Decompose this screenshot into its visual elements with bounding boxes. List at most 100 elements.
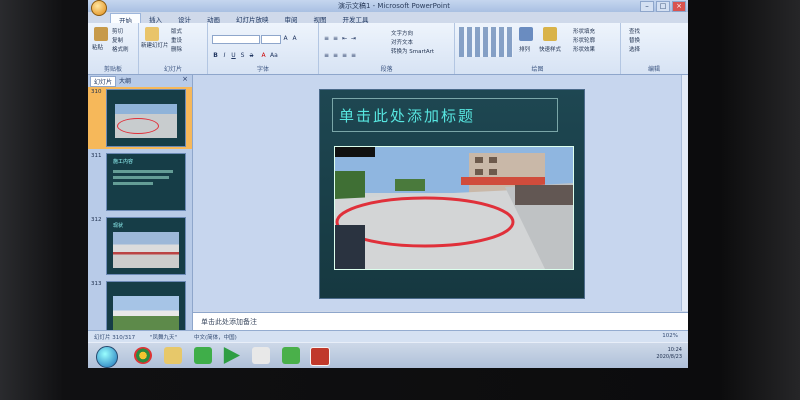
- text-direction-button[interactable]: 文字方向: [391, 29, 413, 37]
- annotation-ellipse: [117, 118, 159, 134]
- font-label: 字体: [256, 66, 269, 73]
- replace-button[interactable]: 替换: [629, 36, 640, 44]
- ribbon: 粘贴 剪切 复制 格式刷 剪贴板 新建幻灯片 版式 重设 删除 幻灯片 A A …: [88, 23, 688, 75]
- shapes-gallery[interactable]: [459, 27, 513, 57]
- bold-icon[interactable]: B: [212, 52, 219, 59]
- tab-slides[interactable]: 幻灯片: [90, 76, 117, 87]
- slide-counter: 幻灯片 310/317: [94, 335, 136, 341]
- iqiyi-icon[interactable]: [194, 347, 212, 364]
- font-color-icon[interactable]: A: [260, 52, 267, 59]
- font-size-field[interactable]: [261, 35, 281, 44]
- slide-thumbnail[interactable]: 311 施工内容: [88, 151, 192, 213]
- taskbar: 10:24 2020/8/23: [88, 342, 688, 368]
- paste-button[interactable]: 粘贴: [92, 43, 103, 51]
- find-button[interactable]: 查找: [629, 27, 640, 35]
- car-roof-edge: [335, 147, 375, 157]
- shrink-font-icon[interactable]: A: [291, 35, 298, 42]
- align-text-button[interactable]: 对齐文本: [391, 38, 413, 46]
- new-slide-icon[interactable]: [145, 27, 159, 41]
- media-player-icon[interactable]: [223, 347, 240, 364]
- monitor-screen: 演示文稿1 - Microsoft PowerPoint – □ × 开始 插入…: [88, 0, 688, 368]
- shape-outline-button[interactable]: 形状轮廓: [573, 36, 595, 44]
- panel-close-icon[interactable]: ×: [182, 75, 188, 83]
- select-button[interactable]: 选择: [629, 45, 640, 53]
- current-slide[interactable]: 单击此处添加标题: [319, 89, 585, 299]
- drawing-group: 排列 快速样式 形状填充 形状轮廓 形状效果 绘图: [455, 23, 621, 74]
- reset-button[interactable]: 重设: [171, 36, 182, 44]
- paste-icon[interactable]: [94, 27, 108, 41]
- notes-pane[interactable]: 单击此处添加备注: [193, 312, 688, 331]
- justify-icon[interactable]: ≡: [350, 52, 357, 59]
- underline-icon[interactable]: U: [230, 52, 237, 59]
- title-placeholder[interactable]: 单击此处添加标题: [332, 98, 558, 132]
- paragraph-group: ≡ ≡ ⇤ ⇥ ≡ ≡ ≡ ≡ 文字方向 对齐文本 转换为 SmartArt 段…: [319, 23, 455, 74]
- language-indicator: 中文(简体，中国): [194, 335, 237, 341]
- increase-indent-icon[interactable]: ⇥: [350, 35, 357, 42]
- quick-styles-button[interactable]: 快速样式: [539, 45, 561, 53]
- shadow-icon[interactable]: S: [239, 52, 246, 59]
- arrange-button[interactable]: 排列: [519, 45, 530, 53]
- minimize-button[interactable]: –: [640, 1, 654, 12]
- arrange-icon[interactable]: [519, 27, 533, 41]
- car-mirror: [335, 225, 365, 269]
- window-title: 演示文稿1 - Microsoft PowerPoint: [338, 2, 451, 10]
- smartart-button[interactable]: 转换为 SmartArt: [391, 47, 434, 55]
- window-controls: – □ ×: [640, 1, 686, 12]
- layout-button[interactable]: 版式: [171, 27, 182, 35]
- clock-time: 10:24: [667, 347, 682, 353]
- shape-effects-button[interactable]: 形状效果: [573, 45, 595, 53]
- cut-button[interactable]: 剪切: [112, 27, 123, 35]
- slide-title: 单击此处添加标题: [339, 107, 476, 125]
- slide-number: 311: [91, 153, 102, 159]
- slide-number: 312: [91, 217, 102, 223]
- slide-thumbnail[interactable]: 310: [88, 87, 192, 149]
- bullets-icon[interactable]: ≡: [323, 35, 330, 42]
- thumbnail-text-line: [113, 176, 169, 179]
- font-name-field[interactable]: [212, 35, 260, 44]
- vertical-scrollbar[interactable]: [681, 75, 688, 311]
- app-icon[interactable]: [252, 347, 270, 364]
- numbering-icon[interactable]: ≡: [332, 35, 339, 42]
- slide-preview: 现状: [106, 217, 186, 275]
- thumbnail-text-line: [113, 182, 153, 185]
- delete-button[interactable]: 删除: [171, 45, 182, 53]
- italic-icon[interactable]: I: [221, 52, 228, 59]
- window: [489, 157, 497, 163]
- slide-preview: 施工内容: [106, 153, 186, 211]
- fence: [515, 185, 573, 205]
- theme-name: "凤舞九天": [150, 335, 178, 341]
- wechat-icon[interactable]: [282, 347, 300, 364]
- office-button[interactable]: [91, 0, 107, 16]
- format-painter-button[interactable]: 格式刷: [112, 45, 129, 53]
- zoom-level[interactable]: 102%: [662, 333, 678, 339]
- slide-thumbnail[interactable]: 312 现状: [88, 215, 192, 277]
- shape-fill-button[interactable]: 形状填充: [573, 27, 595, 35]
- copy-button[interactable]: 复制: [112, 36, 123, 44]
- slides-panel: 幻灯片 大纲 × 310 311 施工内容 312 现状 313: [88, 75, 193, 339]
- thumbnail-photo: [113, 232, 179, 268]
- strikethrough-icon[interactable]: a: [248, 52, 255, 59]
- slides-group: 新建幻灯片 版式 重设 删除 幻灯片: [139, 23, 208, 74]
- tab-outline[interactable]: 大纲: [116, 76, 134, 87]
- quick-styles-icon[interactable]: [543, 27, 557, 41]
- chrome-icon[interactable]: [134, 347, 152, 364]
- grow-font-icon[interactable]: A: [282, 35, 289, 42]
- close-button[interactable]: ×: [672, 1, 686, 12]
- folder-icon[interactable]: [164, 347, 182, 364]
- start-button[interactable]: [96, 346, 118, 368]
- font-group: A A B I U S a A Aa 字体: [208, 23, 319, 74]
- site-photo[interactable]: [334, 146, 574, 270]
- window: [489, 169, 497, 175]
- maximize-button[interactable]: □: [656, 1, 670, 12]
- align-right-icon[interactable]: ≡: [341, 52, 348, 59]
- align-left-icon[interactable]: ≡: [323, 52, 330, 59]
- drawing-label: 绘图: [531, 66, 544, 73]
- system-clock[interactable]: 10:24 2020/8/23: [656, 347, 682, 361]
- change-case-icon[interactable]: Aa: [270, 52, 278, 59]
- new-slide-button[interactable]: 新建幻灯片: [141, 43, 169, 49]
- powerpoint-icon[interactable]: [310, 347, 330, 366]
- site-photo-image: [335, 147, 573, 269]
- window: [475, 169, 483, 175]
- align-center-icon[interactable]: ≡: [332, 52, 339, 59]
- decrease-indent-icon[interactable]: ⇤: [341, 35, 348, 42]
